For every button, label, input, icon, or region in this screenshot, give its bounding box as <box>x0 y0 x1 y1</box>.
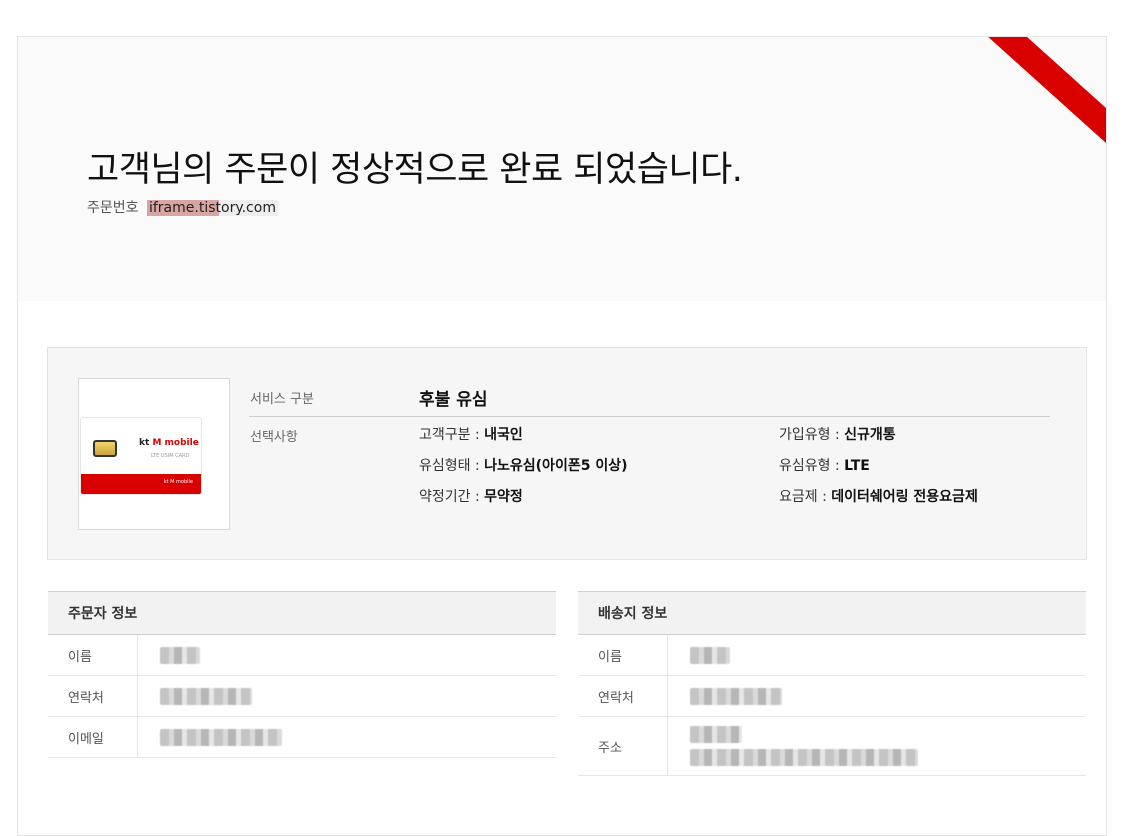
shipping-row-address: 주소 <box>578 717 1086 776</box>
orderer-row-phone: 연락처 <box>48 676 556 717</box>
orderer-info: 주문자 정보 이름 연락처 이메일 <box>48 591 556 758</box>
shipping-row-name: 이름 <box>578 635 1086 676</box>
redacted-value <box>690 646 730 664</box>
redacted-value <box>160 646 200 664</box>
row-label: 연락처 <box>48 676 138 716</box>
sim-brand: kt M mobile <box>139 438 199 448</box>
sim-footer-logo: kt M mobile <box>163 479 193 485</box>
options-label: 선택사항 <box>250 430 298 445</box>
orderer-info-title: 주문자 정보 <box>48 591 556 635</box>
product-image: kt M mobile LTE USIM CARD kt M mobile <box>78 378 230 530</box>
option-sim-type: 유심유형 : LTE <box>779 458 870 474</box>
shipping-info: 배송지 정보 이름 연락처 주소 <box>578 591 1086 776</box>
redacted-value <box>160 728 282 746</box>
orderer-row-name: 이름 <box>48 635 556 676</box>
order-number-line: 주문번호 iframe.tistory.com <box>87 197 278 217</box>
option-contract-period: 약정기간 : 무약정 <box>419 489 523 505</box>
option-join-type: 가입유형 : 신규개통 <box>779 427 896 443</box>
service-label: 서비스 구분 <box>250 392 314 407</box>
page-title: 고객님의 주문이 정상적으로 완료 되었습니다. <box>87 150 743 190</box>
redacted-value <box>160 687 252 705</box>
redacted-value <box>690 749 918 766</box>
orderer-row-email: 이메일 <box>48 717 556 758</box>
sim-card-icon: kt M mobile LTE USIM CARD kt M mobile <box>80 417 202 495</box>
option-sim-form: 유심형태 : 나노유심(아이폰5 이상) <box>419 458 628 474</box>
option-rate-plan: 요금제 : 데이터쉐어링 전용요금제 <box>779 489 978 505</box>
row-label: 이름 <box>48 635 138 675</box>
shipping-row-phone: 연락처 <box>578 676 1086 717</box>
order-number-value: iframe.tistory.com <box>146 200 278 216</box>
row-label: 이름 <box>578 635 668 675</box>
redacted-value <box>690 726 742 743</box>
redacted-value <box>690 687 782 705</box>
service-value: 후불 유심 <box>419 390 488 410</box>
divider <box>249 416 1050 417</box>
corner-ribbon <box>986 37 1106 161</box>
row-label: 주소 <box>578 717 668 775</box>
option-customer-type: 고객구분 : 내국인 <box>419 427 523 443</box>
row-label: 연락처 <box>578 676 668 716</box>
sim-subtitle: LTE USIM CARD <box>151 453 190 459</box>
shipping-info-title: 배송지 정보 <box>578 591 1086 635</box>
row-label: 이메일 <box>48 717 138 757</box>
order-number-label: 주문번호 <box>87 200 139 216</box>
sim-chip-icon <box>93 440 117 457</box>
order-complete-card: 고객님의 주문이 정상적으로 완료 되었습니다. 주문번호 iframe.tis… <box>17 36 1107 836</box>
product-summary: kt M mobile LTE USIM CARD kt M mobile 서비… <box>47 347 1087 560</box>
